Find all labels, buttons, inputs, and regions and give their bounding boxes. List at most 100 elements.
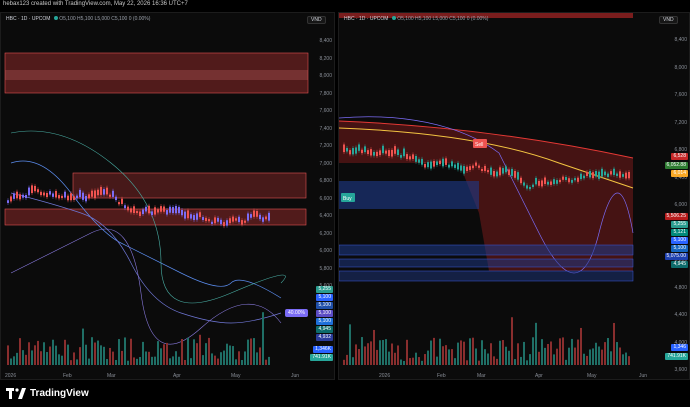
price-badge: 741.91K bbox=[665, 353, 688, 360]
right-currency-button[interactable]: VND bbox=[659, 16, 678, 24]
candle bbox=[88, 194, 90, 199]
volume-bar bbox=[268, 356, 270, 365]
y-tick-label: 7,200 bbox=[319, 143, 332, 149]
volume-bar bbox=[364, 346, 366, 365]
candle bbox=[124, 205, 126, 209]
volume-bar bbox=[604, 342, 606, 365]
candle bbox=[37, 189, 39, 193]
candle bbox=[559, 179, 561, 183]
tradingview-logo[interactable]: TradingView bbox=[6, 388, 89, 399]
volume-bar bbox=[601, 349, 603, 365]
left-percent-label: 40.00% bbox=[285, 309, 308, 317]
candle bbox=[166, 210, 168, 215]
volume-bar bbox=[532, 337, 534, 365]
y-tick-label: 8,000 bbox=[674, 64, 687, 71]
volume-bar bbox=[589, 349, 591, 365]
right-chart-canvas[interactable]: Buy Sell bbox=[339, 13, 690, 380]
left-chart-canvas[interactable] bbox=[1, 13, 335, 380]
volume-bar bbox=[217, 358, 219, 365]
candle bbox=[601, 168, 603, 177]
price-badge: 6,528 bbox=[671, 153, 688, 160]
volume-bar bbox=[481, 340, 483, 365]
candle bbox=[400, 155, 402, 158]
volume-bar bbox=[10, 358, 12, 365]
volume-bar bbox=[577, 339, 579, 365]
volume-bar bbox=[373, 329, 375, 365]
volume-bar bbox=[58, 354, 60, 365]
volume-bar bbox=[79, 347, 81, 365]
price-badge: 6,052.88 bbox=[664, 162, 688, 169]
candle bbox=[466, 166, 468, 171]
candle bbox=[376, 151, 378, 157]
candle bbox=[133, 206, 135, 214]
volume-bar bbox=[202, 355, 204, 365]
volume-bar bbox=[253, 338, 255, 365]
candle bbox=[622, 174, 624, 177]
volume-bar bbox=[343, 359, 345, 365]
candle bbox=[529, 186, 531, 190]
candle bbox=[79, 189, 81, 198]
volume-bar bbox=[64, 339, 66, 365]
volume-bar bbox=[454, 358, 456, 365]
y-tick-label: 7,800 bbox=[319, 90, 332, 97]
candle bbox=[172, 207, 174, 214]
volume-bar bbox=[214, 355, 216, 365]
candle bbox=[520, 177, 522, 184]
candle bbox=[196, 213, 198, 220]
candle bbox=[463, 166, 465, 174]
left-currency-button[interactable]: VND bbox=[307, 16, 326, 24]
candle bbox=[136, 211, 138, 214]
candle bbox=[490, 167, 492, 175]
candle bbox=[151, 211, 153, 216]
volume-bar bbox=[619, 347, 621, 365]
candle bbox=[364, 146, 366, 153]
volume-bar bbox=[535, 322, 537, 365]
candle bbox=[382, 145, 384, 154]
volume-bar bbox=[376, 349, 378, 365]
candle bbox=[448, 164, 450, 168]
candle bbox=[115, 196, 117, 201]
volume-bar bbox=[259, 347, 261, 365]
volume-bar bbox=[136, 358, 138, 365]
x-tick-label: May bbox=[231, 373, 241, 379]
volume-bar bbox=[211, 353, 213, 365]
price-badge: 4,945 bbox=[316, 326, 333, 333]
volume-bar bbox=[256, 352, 258, 365]
volume-bar bbox=[160, 348, 162, 365]
volume-bar bbox=[91, 337, 93, 365]
left-chart-panel[interactable]: HBC · 1D · UPCOM O5,100 H5,100 L5,000 C5… bbox=[0, 12, 335, 380]
price-badge: 5,100 bbox=[316, 302, 333, 309]
volume-bar bbox=[88, 358, 90, 365]
candle bbox=[475, 162, 477, 166]
candle bbox=[352, 148, 354, 155]
candle bbox=[550, 181, 552, 185]
volume-bar bbox=[430, 340, 432, 365]
candle bbox=[76, 195, 78, 199]
candle bbox=[397, 149, 399, 155]
candle bbox=[253, 210, 255, 217]
volume-bar bbox=[133, 357, 135, 365]
volume-bar bbox=[361, 337, 363, 365]
candle bbox=[355, 147, 357, 154]
candle bbox=[586, 171, 588, 177]
candle bbox=[604, 171, 606, 176]
x-tick-label: Jun bbox=[291, 373, 300, 379]
candle bbox=[25, 195, 27, 199]
candle bbox=[58, 195, 60, 199]
volume-bar bbox=[370, 341, 372, 365]
right-chart-panel[interactable]: Buy Sell HBC · 1D · UPCOM O5,100 H5,100 … bbox=[338, 12, 690, 380]
volume-bar bbox=[229, 345, 231, 365]
candle bbox=[103, 189, 105, 195]
volume-bar bbox=[244, 351, 246, 365]
candle bbox=[565, 177, 567, 180]
y-tick-label: 6,000 bbox=[674, 202, 687, 208]
candle bbox=[142, 209, 144, 215]
volume-bar bbox=[181, 339, 183, 365]
y-tick-label: 7,200 bbox=[674, 119, 687, 126]
candle bbox=[229, 218, 231, 224]
candle bbox=[112, 190, 114, 197]
volume-bar bbox=[571, 338, 573, 365]
candle bbox=[139, 211, 141, 216]
candle bbox=[445, 158, 447, 165]
y-tick-label: 8,400 bbox=[674, 37, 687, 43]
